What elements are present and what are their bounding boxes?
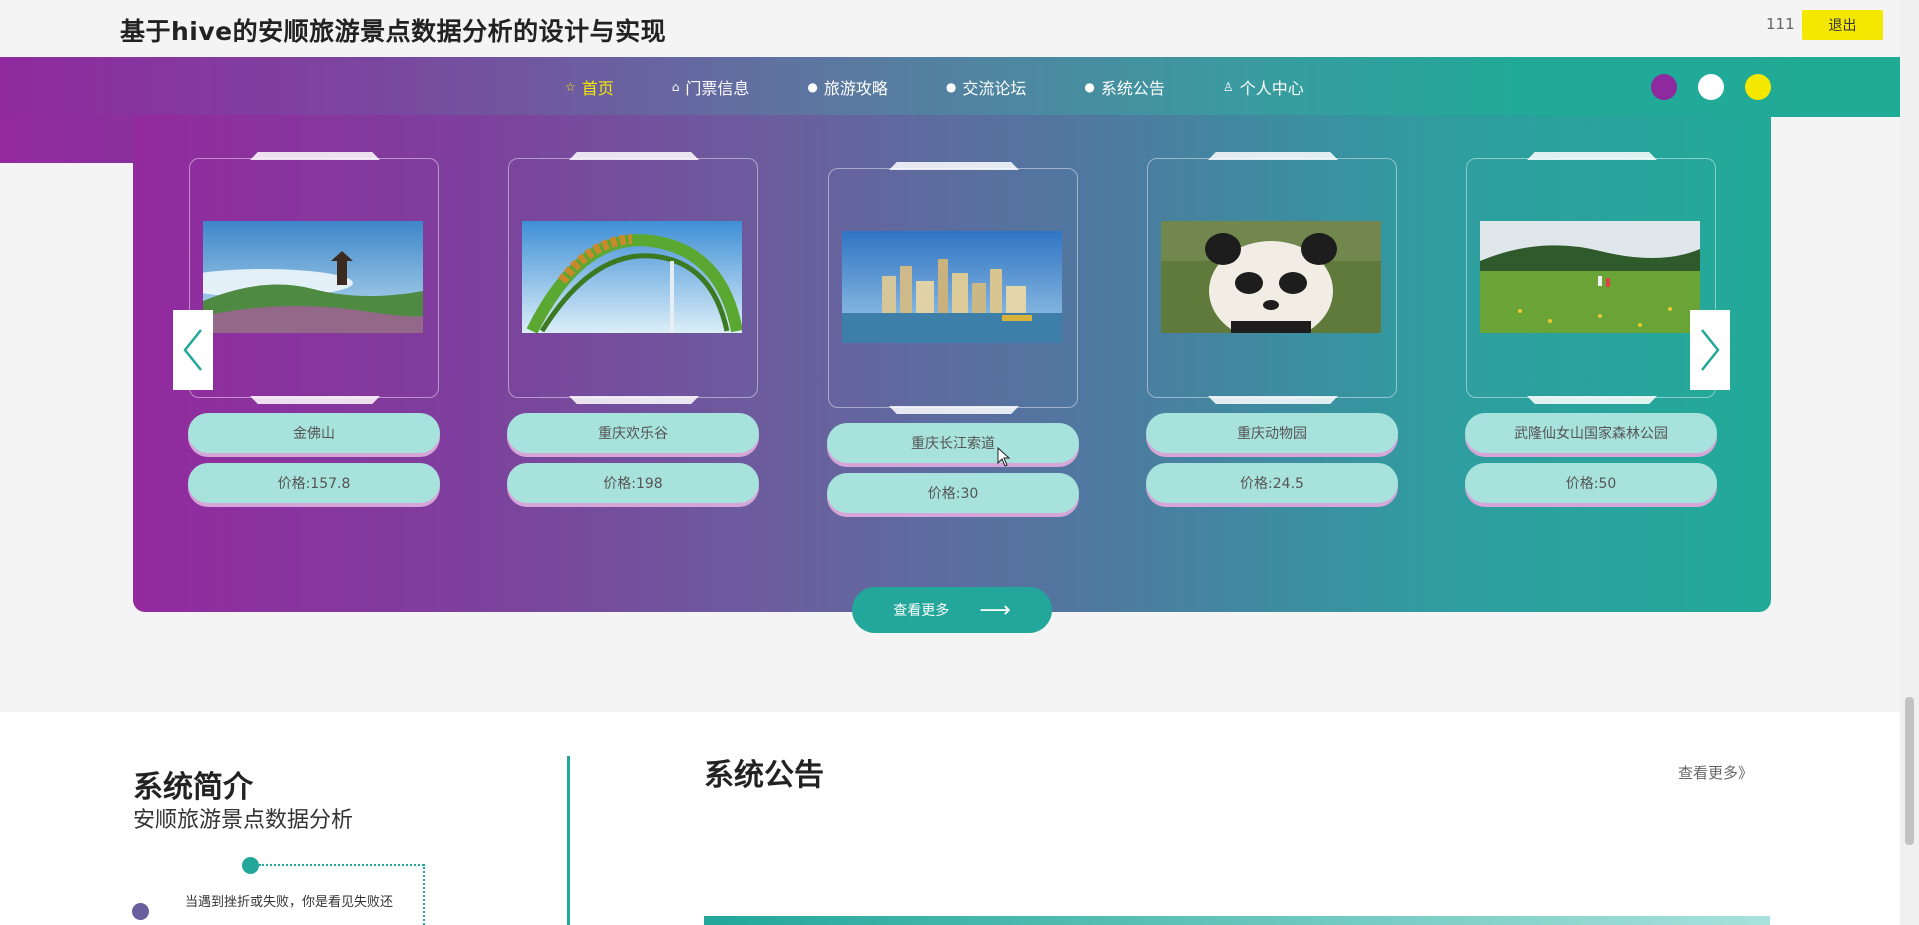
- nav-item-tickets[interactable]: ⌂ 门票信息: [672, 75, 750, 99]
- scenic-photo-meadow[interactable]: [1480, 221, 1700, 333]
- site-title: 基于hive的安顺旅游景点数据分析的设计与实现: [120, 17, 667, 46]
- username[interactable]: 111: [1766, 15, 1795, 33]
- nav-item-notices[interactable]: ● 系统公告: [1084, 75, 1165, 99]
- nav-item-label: 个人中心: [1239, 79, 1304, 98]
- chevron-right-icon: [1701, 329, 1720, 371]
- nav-item-label: 交流论坛: [962, 79, 1027, 98]
- view-more-label: 查看更多: [893, 603, 950, 619]
- nav-item-label: 系统公告: [1100, 79, 1165, 98]
- theme-white-button[interactable]: [1698, 74, 1724, 100]
- nav-item-home[interactable]: ☆ 首页: [565, 75, 614, 99]
- mouse-cursor-icon: [997, 447, 1011, 467]
- notice-more-link[interactable]: 查看更多》: [1678, 762, 1753, 783]
- spot-price-button[interactable]: 价格:157.8: [188, 463, 440, 503]
- theme-switcher: [1651, 74, 1792, 100]
- spot-price-button[interactable]: 价格:50: [1465, 463, 1717, 503]
- theme-purple-button[interactable]: [1651, 74, 1677, 100]
- spot-name-button[interactable]: 金佛山: [188, 413, 440, 453]
- star-icon: ☆: [565, 80, 576, 94]
- decor-dot: [242, 857, 259, 874]
- nav-bar: ☆ 首页 ⌂ 门票信息 ● 旅游攻略 ● 交流论坛 ● 系统公告 ♙ 个人中心: [0, 57, 1900, 117]
- view-more-button[interactable]: 查看更多 ⟶: [852, 587, 1052, 633]
- scenic-photo-rollercoaster[interactable]: [522, 221, 742, 333]
- watermark: CSDN @Deh0rs: [1645, 874, 1847, 904]
- nav-item-label: 门票信息: [685, 79, 750, 98]
- scenic-photo-mountain[interactable]: [203, 221, 423, 333]
- page-scrollbar[interactable]: [1900, 0, 1919, 925]
- spot-price-button[interactable]: 价格:198: [507, 463, 759, 503]
- section-divider: [567, 756, 570, 925]
- user-icon: ♙: [1222, 80, 1234, 94]
- carousel-next-button[interactable]: [1690, 310, 1730, 390]
- spot-price-button[interactable]: 价格:30: [827, 473, 1079, 513]
- spot-name-button[interactable]: 重庆长江索道: [827, 423, 1079, 463]
- info-icon: ●: [807, 80, 818, 94]
- decor-dotted-line: [259, 864, 424, 866]
- top-header: 基于hive的安顺旅游景点数据分析的设计与实现 111 退出: [0, 0, 1900, 57]
- info-icon: ●: [1084, 80, 1095, 94]
- intro-subtitle: 安顺旅游景点数据分析: [133, 808, 354, 833]
- nav-item-label: 旅游攻略: [823, 79, 888, 98]
- arrow-right-icon: ⟶: [979, 597, 1011, 623]
- question-icon: ●: [945, 80, 957, 94]
- intro-title: 系统简介: [133, 770, 253, 805]
- decor-dotted-line: [423, 864, 425, 925]
- nav-item-label: 首页: [581, 79, 614, 98]
- nav-item-forum[interactable]: ● 交流论坛: [946, 75, 1027, 99]
- spot-name-button[interactable]: 武隆仙女山国家森林公园: [1465, 413, 1717, 453]
- scenic-photo-city[interactable]: [842, 231, 1062, 343]
- spot-name-button[interactable]: 重庆欢乐谷: [507, 413, 759, 453]
- home-icon: ⌂: [671, 80, 680, 94]
- nav-item-profile[interactable]: ♙ 个人中心: [1223, 75, 1304, 99]
- spot-name-button[interactable]: 重庆动物园: [1146, 413, 1398, 453]
- theme-yellow-button[interactable]: [1745, 74, 1771, 100]
- nav-menu: ☆ 首页 ⌂ 门票信息 ● 旅游攻略 ● 交流论坛 ● 系统公告 ♙ 个人中心: [565, 57, 1362, 117]
- intro-text: 当遇到挫折或失败，你是看见失败还: [185, 895, 394, 910]
- notice-bar: [704, 916, 1770, 925]
- decor-dot: [132, 903, 149, 920]
- notice-title: 系统公告: [704, 758, 824, 793]
- logout-button[interactable]: 退出: [1802, 10, 1883, 40]
- carousel-prev-button[interactable]: [173, 310, 213, 390]
- nav-item-guides[interactable]: ● 旅游攻略: [807, 75, 888, 99]
- chevron-left-icon: [183, 329, 202, 371]
- scrollbar-thumb[interactable]: [1905, 697, 1914, 845]
- spot-price-button[interactable]: 价格:24.5: [1146, 463, 1398, 503]
- scenic-photo-panda[interactable]: [1161, 221, 1381, 333]
